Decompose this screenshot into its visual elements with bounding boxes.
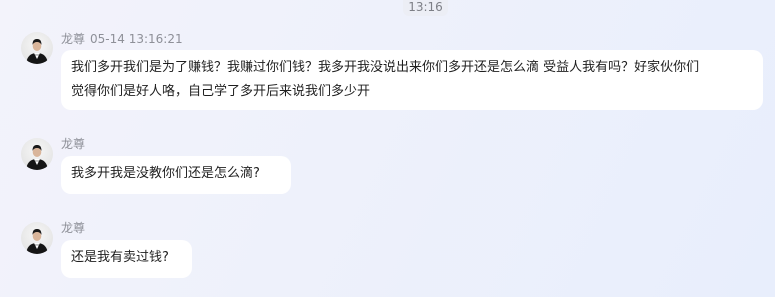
avatar[interactable] bbox=[21, 32, 53, 64]
message-meta: 龙尊 05-14 13:16:21 bbox=[61, 32, 183, 46]
message-meta: 龙尊 bbox=[61, 221, 85, 235]
message-meta: 龙尊 bbox=[61, 137, 85, 151]
message-text-line: 我多开我是没教你们还是怎么滴? bbox=[71, 166, 260, 181]
message-text-line: 还是我有卖过钱? bbox=[71, 250, 169, 265]
avatar[interactable] bbox=[21, 138, 53, 170]
sender-name: 龙尊 bbox=[61, 137, 86, 151]
sender-name: 龙尊 bbox=[61, 32, 86, 46]
chat-window: 13:16 龙尊 05-14 13:16:21 我们多开我们是为了赚钱？我赚过你们… bbox=[0, 0, 775, 297]
message-bubble[interactable]: 还是我有卖过钱? bbox=[61, 240, 192, 278]
sender-name: 龙尊 bbox=[61, 221, 86, 235]
message-bubble[interactable]: 我们多开我们是为了赚钱？我赚过你们钱？我多开我没说出来你们多开还是怎么滴 受益人… bbox=[61, 50, 763, 110]
message-text-line: 我们多开我们是为了赚钱？我赚过你们钱？我多开我没说出来你们多开还是怎么滴 受益人… bbox=[71, 60, 700, 75]
message-text-line: 觉得你们是好人咯，自己学了多开后来说我们多少开 bbox=[71, 84, 371, 99]
time-divider: 13:16 bbox=[403, 0, 448, 16]
message-timestamp: 05-14 13:16:21 bbox=[90, 32, 183, 46]
message-bubble[interactable]: 我多开我是没教你们还是怎么滴? bbox=[61, 156, 291, 194]
avatar[interactable] bbox=[21, 222, 53, 254]
